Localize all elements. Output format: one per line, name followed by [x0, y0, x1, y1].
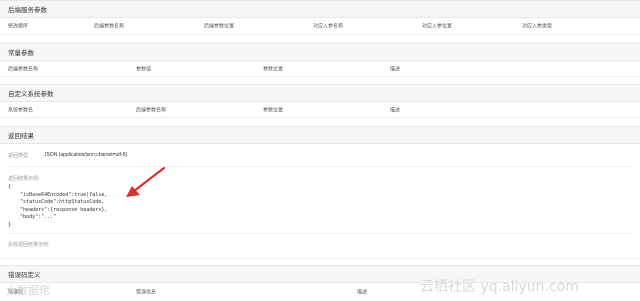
constant-params-title: 常量参数 — [8, 50, 34, 57]
column-header: 修改顺序 — [8, 23, 29, 30]
column-header: 对应入参类型 — [522, 23, 553, 30]
system-params-section-title: 自定义系统参数 — [0, 84, 640, 102]
divider — [0, 258, 640, 259]
return-type-label: 返回类型: — [8, 153, 30, 159]
column-header: 描述 — [357, 289, 368, 296]
return-result-title: 返回结果 — [8, 133, 34, 140]
divider — [8, 233, 632, 234]
return-result-section-title: 返回结果 — [0, 126, 640, 144]
backend-params-section-title: 后端服务参数 — [0, 0, 640, 18]
failure-example-label: 失败返回结果示例: — [8, 242, 50, 248]
column-header: 系统参数名 — [8, 107, 34, 113]
code-line: { — [8, 184, 12, 190]
column-header: 后端参数位置 — [204, 23, 235, 30]
backend-params-title: 后端服务参数 — [8, 7, 47, 14]
code-line: "headers":{response headers}, — [8, 206, 108, 213]
constant-params-header-row: 后端参数名称 参数值 参数位置 描述 — [0, 61, 640, 77]
column-header: 后端参数名称 — [8, 66, 39, 72]
code-line: "isBase64Encoded":true|false, — [8, 191, 108, 198]
constant-params-section-title: 常量参数 — [0, 43, 640, 61]
column-header: 参数位置 — [263, 107, 284, 113]
system-params-header-row: 系统参数名 后端参数名称 参数位置 描述 — [0, 102, 640, 118]
error-codes-title: 错误码定义 — [8, 272, 41, 279]
divider — [8, 166, 632, 167]
code-line: "body":"..." — [8, 214, 57, 221]
column-header: 后端参数名称 — [94, 23, 125, 30]
column-header: 对应入参位置 — [422, 23, 453, 30]
return-example-label: 返回结果示例: — [8, 176, 40, 182]
return-example-code: { "isBase64Encoded":true|false, "statusC… — [8, 184, 107, 230]
column-header: 错误信息 — [136, 289, 157, 296]
return-type-value: JSON (application/json;charset=utf-8) — [44, 152, 128, 158]
column-header: 对应入参名称 — [313, 23, 344, 30]
code-line: } — [8, 221, 12, 228]
watermark-left: 大数据佬 — [6, 284, 50, 297]
annotation-arrow-icon — [126, 166, 166, 197]
column-header: 描述 — [390, 107, 401, 113]
column-header: 参数值 — [136, 66, 152, 72]
system-params-title: 自定义系统参数 — [8, 91, 54, 98]
column-header: 描述 — [390, 66, 401, 72]
watermark-right: 云栖社区 yq.aliyun.com — [420, 279, 579, 295]
column-header: 后端参数名称 — [136, 107, 167, 113]
backend-params-header-row: 修改顺序 后端参数名称 后端参数位置 对应入参名称 对应入参位置 对应入参类型 — [0, 18, 640, 35]
column-header: 参数位置 — [263, 66, 284, 72]
code-line: "statusCode":httpStatusCode, — [8, 199, 105, 206]
